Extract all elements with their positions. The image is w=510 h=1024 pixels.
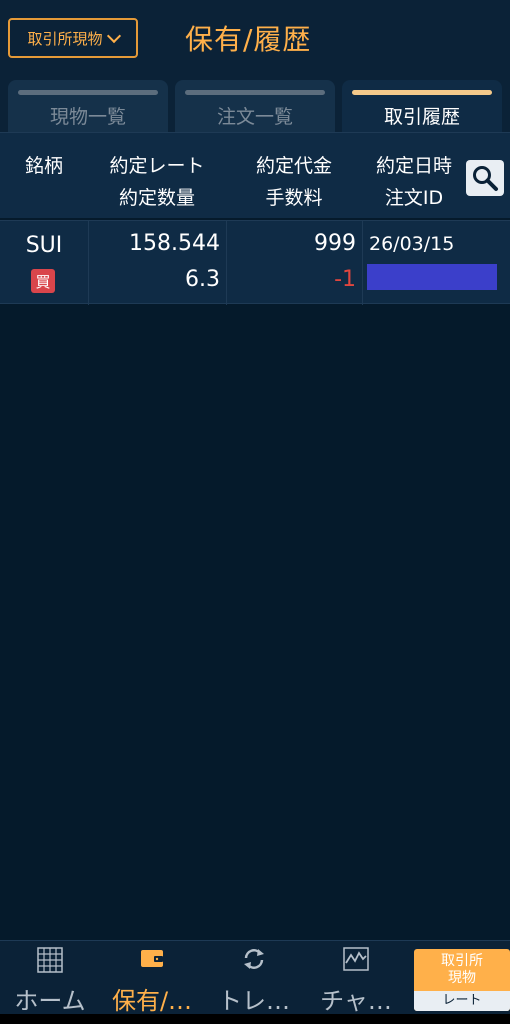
column-datetime: 約定日時 <box>375 155 452 177</box>
nav-home[interactable]: ホーム <box>0 941 100 1024</box>
table-row[interactable]: SUI 買 158.544 6.3 999 -1 26/03/15 <box>0 220 510 305</box>
tab-indicator <box>352 90 492 95</box>
system-nav-strip <box>0 1014 510 1024</box>
column-amount: 約定代金 <box>255 155 332 177</box>
order-id-redacted <box>367 264 497 290</box>
fee-cell: -1 <box>334 267 356 292</box>
search-button[interactable] <box>466 160 504 196</box>
nav-chart-label: チャ… <box>320 987 392 1015</box>
nav-trade[interactable]: トレ… <box>204 941 304 1024</box>
refresh-icon <box>244 949 264 969</box>
tab-label: 現物一覧 <box>49 106 126 128</box>
nav-holdings-label: 保有/… <box>111 987 193 1015</box>
column-divider <box>362 221 363 305</box>
tab-order-list[interactable]: 注文一覧 <box>175 80 335 132</box>
tab-label: 取引履歴 <box>383 106 460 128</box>
column-order-id: 注文ID <box>384 187 444 209</box>
market-selector-label: 取引所現物 <box>27 29 103 48</box>
buy-badge: 買 <box>31 269 55 293</box>
wallet-icon <box>141 950 163 967</box>
datetime-cell: 26/03/15 <box>369 233 455 255</box>
column-divider <box>226 221 227 305</box>
rate-cell: 158.544 <box>129 231 220 256</box>
rate-button-line1: 取引所 <box>441 953 483 969</box>
column-quantity: 約定数量 <box>118 187 195 209</box>
symbol-cell: SUI <box>25 233 63 258</box>
tab-indicator <box>185 90 325 95</box>
rate-button-label: レート <box>414 991 510 1011</box>
column-rate: 約定レート <box>109 155 205 177</box>
column-symbol: 銘柄 <box>24 155 63 177</box>
search-icon <box>473 166 498 191</box>
rate-button-title: 取引所 現物 <box>414 953 510 987</box>
app-header: 取引所現物 保有/履歴 <box>0 0 510 78</box>
tab-indicator <box>18 90 158 95</box>
quantity-cell: 6.3 <box>185 267 220 292</box>
nav-holdings[interactable]: 保有/… <box>102 941 202 1024</box>
tab-spot-list[interactable]: 現物一覧 <box>8 80 168 132</box>
chart-icon <box>343 947 369 971</box>
nav-chart[interactable]: チャ… <box>306 941 406 1024</box>
rate-button-line2: 現物 <box>448 970 476 986</box>
tab-label: 注文一覧 <box>216 106 293 128</box>
tab-trade-history[interactable]: 取引履歴 <box>342 80 502 132</box>
table-header: 銘柄 約定レート 約定数量 約定代金 手数料 約定日時 注文ID <box>0 132 510 218</box>
column-divider <box>88 221 89 305</box>
column-fee: 手数料 <box>265 187 323 209</box>
market-selector-button[interactable]: 取引所現物 <box>8 18 138 58</box>
amount-cell: 999 <box>314 231 356 256</box>
grid-icon <box>37 947 63 973</box>
nav-trade-label: トレ… <box>218 987 290 1015</box>
tab-bar: 現物一覧 注文一覧 取引履歴 <box>0 78 510 132</box>
page-title: 保有/履歴 <box>185 23 312 56</box>
nav-home-label: ホーム <box>14 987 86 1015</box>
exchange-rate-button[interactable]: 取引所 現物 レート <box>414 949 510 1011</box>
chevron-down-icon <box>106 28 121 43</box>
